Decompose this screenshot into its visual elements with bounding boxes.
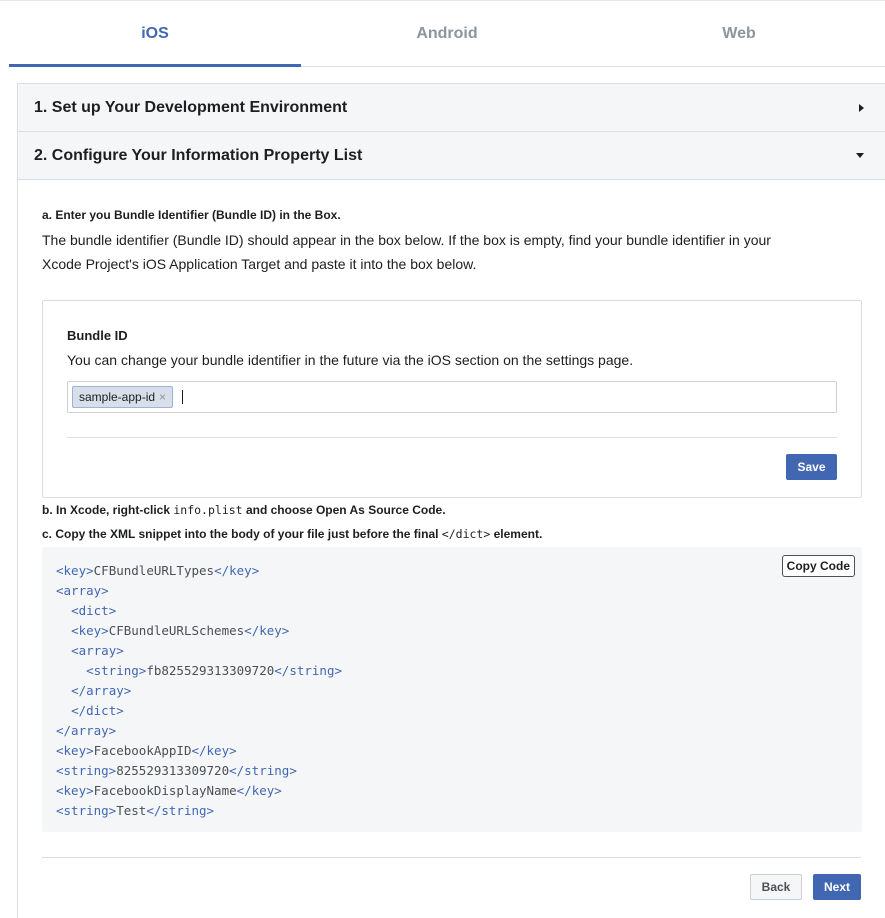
step-2-body: a. Enter you Bundle Identifier (Bundle I… xyxy=(18,180,885,918)
step-c-label: c. Copy the XML snippet into the body of… xyxy=(42,527,542,541)
code-open-tag: <string> xyxy=(86,663,147,678)
code-line: </dict> xyxy=(56,701,848,721)
step-2-header[interactable]: 2. Configure Your Information Property L… xyxy=(18,132,885,180)
step-a-description-line-1: The bundle identifier (Bundle ID) should… xyxy=(42,232,771,248)
bundle-id-token-label: sample-app-id xyxy=(79,390,156,404)
setup-steps: 1. Set up Your Development Environment 2… xyxy=(17,83,885,918)
caret-right-icon xyxy=(859,103,864,112)
code-open-tag: <dict> xyxy=(71,603,117,618)
code-close-tag: </key> xyxy=(236,783,282,798)
code-open-tag: <key> xyxy=(56,563,94,578)
step-b-filename: info.plist xyxy=(173,503,243,517)
code-open-tag: </dict> xyxy=(71,703,124,718)
code-line: <key>FacebookAppID</key> xyxy=(56,741,848,761)
step-c-suffix: element. xyxy=(490,527,543,541)
code-line: </array> xyxy=(56,721,848,741)
tab-web[interactable]: Web xyxy=(593,1,885,66)
copy-code-button[interactable]: Copy Code xyxy=(781,555,855,577)
code-line: <key>CFBundleURLTypes</key> xyxy=(56,561,848,581)
code-close-tag: </key> xyxy=(214,563,260,578)
code-open-tag: <string> xyxy=(56,803,117,818)
caret-down-icon xyxy=(856,153,864,158)
tab-ios-label: iOS xyxy=(141,24,169,42)
code-line: <array> xyxy=(56,581,848,601)
bundle-id-input[interactable]: sample-app-id × xyxy=(67,381,837,413)
code-open-tag: <array> xyxy=(56,583,109,598)
step-b-label: b. In Xcode, right-click info.plist and … xyxy=(42,503,446,517)
code-line: <string>Test</string> xyxy=(56,801,848,821)
code-text: FacebookDisplayName xyxy=(93,783,237,798)
next-button[interactable]: Next xyxy=(813,874,861,900)
bundle-id-divider xyxy=(67,437,837,438)
code-open-tag: </array> xyxy=(71,683,132,698)
code-line: <key>CFBundleURLSchemes</key> xyxy=(56,621,848,641)
code-close-tag: </string> xyxy=(229,763,297,778)
step-1-title: 1. Set up Your Development Environment xyxy=(34,98,348,116)
bundle-id-help: You can change your bundle identifier in… xyxy=(67,352,634,368)
code-open-tag: <string> xyxy=(56,763,117,778)
tab-ios[interactable]: iOS xyxy=(9,1,301,67)
bundle-id-title: Bundle ID xyxy=(67,328,128,343)
footer-divider xyxy=(42,857,861,858)
code-open-tag: <array> xyxy=(71,643,124,658)
remove-token-icon[interactable]: × xyxy=(159,390,166,404)
code-open-tag: <key> xyxy=(56,743,94,758)
step-2-title: 2. Configure Your Information Property L… xyxy=(34,146,363,164)
tab-android[interactable]: Android xyxy=(301,1,593,66)
step-a-description-line-2: Xcode Project's iOS Application Target a… xyxy=(42,256,477,272)
code-line: <dict> xyxy=(56,601,848,621)
code-text: 825529313309720 xyxy=(116,763,230,778)
xml-code-lines: <key>CFBundleURLTypes</key> <array> <dict… xyxy=(56,561,848,821)
text-cursor xyxy=(182,390,184,404)
bundle-id-panel: Bundle ID You can change your bundle ide… xyxy=(42,300,862,498)
code-open-tag: <key> xyxy=(56,783,94,798)
code-close-tag: </string> xyxy=(274,663,342,678)
tab-web-label: Web xyxy=(722,24,756,42)
code-text: CFBundleURLTypes xyxy=(93,563,215,578)
back-button[interactable]: Back xyxy=(750,874,802,900)
step-c-element: </dict> xyxy=(441,527,491,541)
code-open-tag: <key> xyxy=(71,623,109,638)
code-text: Test xyxy=(116,803,147,818)
code-text: CFBundleURLSchemes xyxy=(108,623,245,638)
code-line: <string>825529313309720</string> xyxy=(56,761,848,781)
quickstart-page: iOS Android Web 1. Set up Your Developme… xyxy=(0,0,885,918)
code-line: <array> xyxy=(56,641,848,661)
code-close-tag: </string> xyxy=(146,803,215,818)
code-close-tag: </key> xyxy=(191,743,237,758)
bundle-id-token: sample-app-id × xyxy=(72,386,174,408)
step-1-header[interactable]: 1. Set up Your Development Environment xyxy=(18,84,885,132)
xml-snippet: Copy Code <key>CFBundleURLTypes</key> <ar… xyxy=(42,547,862,832)
code-line: <string>fb825529313309720</string> xyxy=(56,661,848,681)
step-c-prefix: c. Copy the XML snippet into the body of… xyxy=(42,527,442,541)
code-open-tag: </array> xyxy=(56,723,117,738)
step-a-label: a. Enter you Bundle Identifier (Bundle I… xyxy=(42,208,341,222)
tab-android-label: Android xyxy=(416,24,478,42)
step-b-prefix: b. In Xcode, right-click xyxy=(42,503,174,517)
code-close-tag: </key> xyxy=(244,623,290,638)
save-button[interactable]: Save xyxy=(786,454,837,480)
step-b-suffix: and choose Open As Source Code. xyxy=(242,503,446,517)
platform-tabs: iOS Android Web xyxy=(9,1,885,67)
code-text: FacebookAppID xyxy=(93,743,192,758)
code-line: </array> xyxy=(56,681,848,701)
code-text: fb825529313309720 xyxy=(146,663,275,678)
code-line: <key>FacebookDisplayName</key> xyxy=(56,781,848,801)
